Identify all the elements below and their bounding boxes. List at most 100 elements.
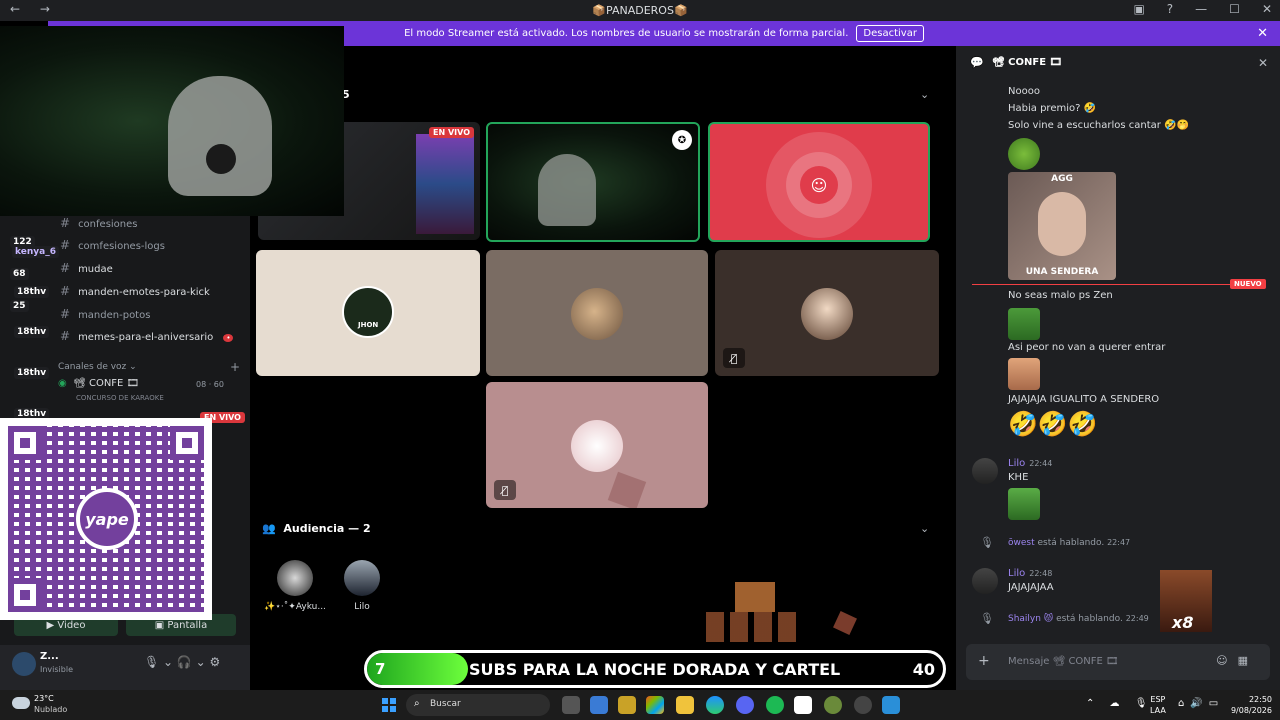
new-messages-tag: NUEVO bbox=[1230, 279, 1266, 289]
audience-header: 👥 Audiencia — 2 bbox=[262, 522, 371, 535]
language-indicator[interactable]: ESP LAA bbox=[1150, 694, 1166, 716]
hash-icon: # bbox=[60, 329, 71, 343]
chat-message: Solo vine a escucharlos cantar 🤣🤭 bbox=[1008, 120, 1189, 131]
system-clock[interactable]: 22:50 9/08/2026 bbox=[1222, 694, 1272, 716]
inbox-icon[interactable]: ▣ bbox=[1133, 2, 1144, 16]
message-author[interactable]: Lilo 22:48 bbox=[1008, 568, 1052, 579]
channel-item[interactable]: # mudae bbox=[60, 261, 113, 275]
network-volume-battery-icons[interactable]: ⌂🔊▭ bbox=[1178, 698, 1224, 709]
discord-placeholder-tile[interactable]: ☺ bbox=[708, 122, 930, 242]
audience-user[interactable]: ✨⋆·˚✦Ayku... bbox=[262, 560, 328, 612]
voice-channels-header[interactable]: Canales de voz ⌄ bbox=[58, 362, 137, 372]
camera-tile[interactable]: ✪ bbox=[486, 122, 700, 242]
participant-tile-girl[interactable]: 🎙̸ bbox=[715, 250, 939, 376]
screen-icon: ▣ bbox=[154, 619, 168, 631]
audience-username: Lilo bbox=[354, 602, 370, 612]
attach-plus-icon[interactable]: + bbox=[978, 653, 990, 669]
chat-message: Habia premio? 🤣 bbox=[1008, 103, 1097, 114]
participant-tile-jhon[interactable]: JHON bbox=[256, 250, 480, 376]
avatar bbox=[571, 288, 623, 340]
close-chat-icon[interactable]: ✕ bbox=[1258, 56, 1268, 70]
channel-name: manden-emotes-para-kick bbox=[78, 287, 210, 298]
hash-icon: # bbox=[60, 261, 71, 275]
message-input[interactable]: + Mensaje 📽 CONFE 🎞 ☺▦ bbox=[966, 644, 1270, 680]
qr-corner bbox=[8, 578, 42, 612]
widgets-icon[interactable] bbox=[590, 696, 608, 714]
audience-user[interactable]: Lilo bbox=[338, 560, 386, 612]
voice-channel-confe[interactable]: ◉ 📽 CONFE 🎞 bbox=[58, 378, 139, 389]
speaker-name[interactable]: Shailyn 😾 bbox=[1008, 614, 1053, 624]
screen-button-label: Pantalla bbox=[167, 619, 208, 631]
discord-taskbar-icon[interactable] bbox=[736, 696, 754, 714]
avatar bbox=[342, 286, 394, 338]
edge-icon[interactable] bbox=[706, 696, 724, 714]
keyboard-layout: LAA bbox=[1150, 706, 1166, 715]
discord-logo-icon: ☺ bbox=[800, 166, 838, 204]
sticker-face bbox=[1038, 192, 1086, 256]
channel-item[interactable]: # comfesiones-logs bbox=[60, 238, 165, 252]
participant-tile-monkey[interactable] bbox=[486, 250, 708, 376]
file-explorer-icon[interactable] bbox=[676, 696, 694, 714]
cloud-icon bbox=[12, 697, 30, 709]
video-button-label: Video bbox=[57, 619, 86, 631]
deactivate-button[interactable]: Desactivar bbox=[856, 25, 924, 42]
channel-name: comfesiones-logs bbox=[78, 241, 165, 252]
avatar bbox=[277, 560, 313, 596]
avatar[interactable] bbox=[972, 568, 998, 594]
speaker-icon: ◉ bbox=[58, 378, 74, 389]
channel-item[interactable]: # manden-emotes-para-kick bbox=[60, 284, 210, 298]
banner-text: El modo Streamer está activado. Los nomb… bbox=[404, 28, 849, 39]
message-time: 22:48 bbox=[1029, 569, 1053, 578]
window-title: 📦PANADEROS📦 bbox=[592, 4, 688, 17]
chat-message: KHE bbox=[1008, 472, 1029, 483]
qr-corner bbox=[8, 426, 42, 460]
pin-icon[interactable]: ✪ bbox=[672, 130, 692, 150]
voice-channel-status: CONCURSO DE KARAOKE bbox=[76, 394, 164, 402]
chat-message: No seas malo ps Zen bbox=[1008, 290, 1113, 301]
app-icon[interactable] bbox=[794, 696, 812, 714]
channel-name: confesiones bbox=[78, 219, 138, 230]
laughing-emojis: 🤣🤣🤣 bbox=[1008, 410, 1098, 438]
store-icon[interactable] bbox=[618, 696, 636, 714]
muted-mic-icon: 🎙̸ bbox=[494, 480, 516, 500]
hash-icon: # bbox=[60, 216, 71, 230]
speaking-time: 22:47 bbox=[1107, 538, 1131, 547]
add-voice-channel-icon[interactable]: + bbox=[230, 360, 240, 374]
app-icon[interactable] bbox=[882, 696, 900, 714]
app-icon[interactable] bbox=[824, 696, 842, 714]
emoji-picker-icons[interactable]: ☺▦ bbox=[1216, 654, 1258, 667]
task-view-icon[interactable] bbox=[562, 696, 580, 714]
subs-goal-total: 40 bbox=[912, 660, 935, 679]
username: Z... bbox=[40, 651, 59, 662]
avatar[interactable] bbox=[12, 652, 36, 676]
channel-item[interactable]: # memes-para-el-aniversario • bbox=[60, 329, 234, 343]
server-badge: 25 bbox=[10, 300, 29, 312]
system-tray[interactable]: ⌃ ☁ 🎙 bbox=[1086, 698, 1153, 709]
camera-person bbox=[538, 154, 596, 226]
close-window-button[interactable]: ✕ bbox=[1262, 2, 1272, 16]
user-controls[interactable]: 🎙 ⌄ 🎧 ⌄ ⚙ bbox=[144, 655, 220, 669]
message-author[interactable]: Lilo 22:44 bbox=[1008, 458, 1052, 469]
live-badge: EN VIVO bbox=[429, 127, 474, 138]
participant-tile-dog[interactable]: 🎙̸ bbox=[486, 382, 708, 508]
clock-date: 9/08/2026 bbox=[1230, 706, 1272, 715]
start-icon[interactable] bbox=[382, 698, 396, 712]
maximize-button[interactable]: ☐ bbox=[1229, 2, 1240, 16]
spotify-icon[interactable] bbox=[766, 696, 784, 714]
speaker-name[interactable]: ōwest bbox=[1008, 538, 1035, 548]
chat-message: JAJAJAJA IGUALITO A SENDERO bbox=[1008, 394, 1160, 405]
avatar[interactable] bbox=[972, 458, 998, 484]
obs-icon[interactable] bbox=[854, 696, 872, 714]
qr-pattern: yape bbox=[8, 426, 204, 612]
minimize-button[interactable]: — bbox=[1195, 2, 1207, 16]
muted-mic-icon: 🎙̸ bbox=[723, 348, 745, 368]
channel-item[interactable]: # confesiones bbox=[60, 216, 138, 230]
help-icon[interactable]: ? bbox=[1167, 2, 1173, 16]
channel-item[interactable]: # manden-potos bbox=[60, 307, 150, 321]
banner-close-icon[interactable]: ✕ bbox=[1257, 26, 1268, 41]
copilot-icon[interactable] bbox=[646, 696, 664, 714]
audience-chevron-icon[interactable]: ⌄ bbox=[920, 522, 929, 535]
collapse-chevron-icon[interactable]: ⌄ bbox=[920, 88, 929, 101]
taskbar-search[interactable]: ⌕ Buscar bbox=[406, 694, 550, 716]
sticker-bottom-text: UNA SENDERA bbox=[1025, 267, 1099, 277]
